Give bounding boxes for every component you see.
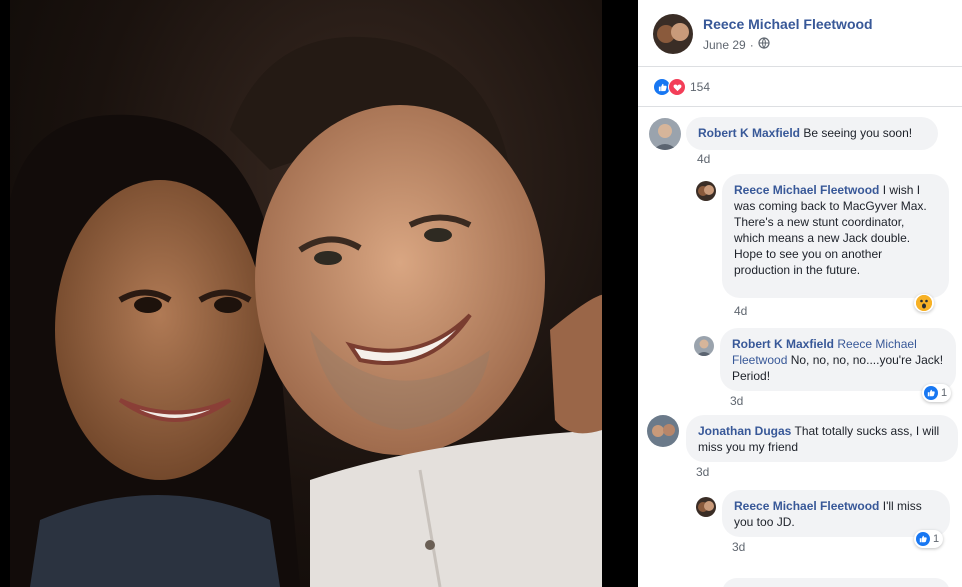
reaction-summary[interactable]: 154 [653, 78, 710, 96]
comment-author[interactable]: Reece Michael Fleetwood [734, 183, 879, 197]
post-meta: June 29 · [703, 37, 770, 52]
avatar[interactable] [696, 497, 716, 517]
like-count: 1 [933, 533, 940, 545]
avatar[interactable] [696, 181, 716, 201]
reaction-badge[interactable]: 1 [922, 384, 952, 402]
meta-separator: · [749, 37, 754, 52]
comment-bubble-partial [722, 578, 950, 587]
comment-text: Be seeing you soon! [803, 126, 913, 140]
avatar[interactable] [647, 415, 679, 447]
post-header: Reece Michael Fleetwood June 29 · [638, 0, 962, 67]
avatar[interactable] [694, 336, 714, 356]
comment-time[interactable]: 3d [732, 540, 745, 554]
comment-bubble: Robert K Maxfield Be seeing you soon! [686, 117, 938, 150]
comment-text-continued: Hope to see you on another production in… [734, 247, 883, 277]
comment-time[interactable]: 3d [730, 394, 743, 408]
comment-bubble: Reece Michael Fleetwood I wish I was com… [722, 174, 949, 298]
divider [638, 106, 962, 107]
comment-time[interactable]: 3d [696, 465, 709, 479]
comment-bubble: Jonathan Dugas That totally sucks ass, I… [686, 415, 958, 462]
comment-bubble: Reece Michael Fleetwood I'll miss you to… [722, 490, 950, 537]
love-icon [668, 78, 686, 96]
post-author[interactable]: Reece Michael Fleetwood [703, 16, 873, 32]
reaction-badge[interactable] [914, 294, 934, 312]
avatar[interactable] [649, 118, 681, 150]
comment-bubble: Robert K Maxfield Reece Michael Fleetwoo… [720, 328, 956, 391]
comment-time[interactable]: 4d [697, 152, 710, 166]
post-sidebar: Reece Michael Fleetwood June 29 · 154 Ro… [638, 0, 962, 587]
comment-author[interactable]: Reece Michael Fleetwood [734, 499, 879, 513]
comment-author[interactable]: Jonathan Dugas [698, 424, 791, 438]
post-date[interactable]: June 29 [703, 38, 746, 52]
photo-viewer [0, 0, 638, 587]
wow-icon [916, 295, 932, 311]
avatar[interactable] [653, 14, 693, 54]
comment-author[interactable]: Robert K Maxfield [698, 126, 800, 140]
globe-icon [758, 37, 770, 52]
post-photo[interactable] [10, 0, 602, 587]
reaction-count: 154 [690, 80, 711, 94]
photo-illustration [10, 36, 602, 587]
comment-time[interactable]: 4d [734, 304, 747, 318]
comment-author[interactable]: Robert K Maxfield [732, 337, 834, 351]
like-icon [924, 386, 938, 400]
like-icon [916, 532, 930, 546]
like-count: 1 [941, 387, 948, 399]
reaction-badge[interactable]: 1 [914, 530, 944, 548]
